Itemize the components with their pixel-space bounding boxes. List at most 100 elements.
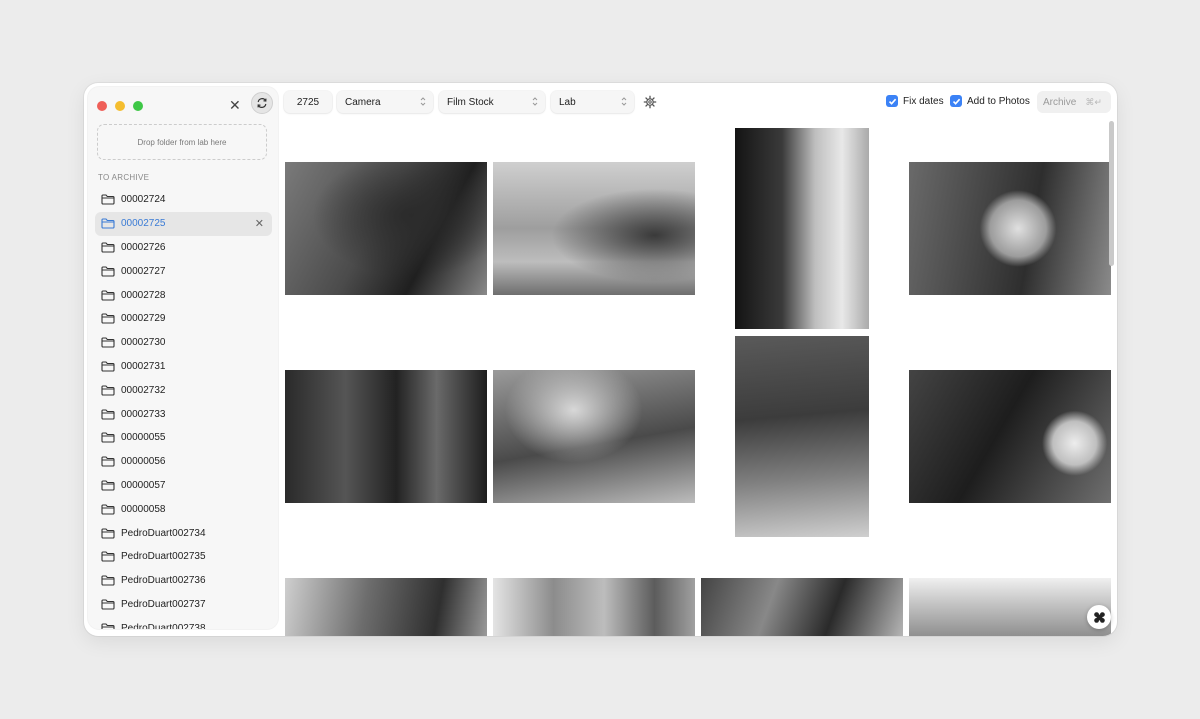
folder-list: 00002724 00002725 ✕ 00002726 00002727 0000272…	[95, 188, 272, 629]
folder-icon	[101, 575, 115, 586]
photo-thumbnail[interactable]	[909, 162, 1111, 295]
folder-name: 00002724	[121, 194, 166, 206]
folder-icon	[101, 432, 115, 443]
folder-name: 00002732	[121, 384, 166, 396]
folder-item[interactable]: 00000055	[95, 426, 272, 450]
photo-thumbnail[interactable]	[909, 578, 1111, 636]
folder-item[interactable]: PedroDuart002735	[95, 545, 272, 569]
folder-icon	[101, 313, 115, 324]
photo-thumbnail[interactable]	[285, 162, 487, 295]
folder-icon	[101, 527, 115, 539]
photo-thumbnail[interactable]	[285, 370, 487, 503]
folder-name: 00002731	[121, 360, 166, 372]
folder-item[interactable]: PedroDuart002734	[95, 521, 272, 545]
folder-item[interactable]: PedroDuart002736	[95, 569, 272, 593]
folder-item[interactable]: 00002732	[95, 378, 272, 402]
roll-number-field[interactable]: 2725	[284, 91, 332, 113]
folder-name: 00000056	[121, 456, 166, 468]
folder-name: 00002729	[121, 313, 166, 325]
folder-name: 00002725	[121, 218, 166, 230]
window-minimize-button[interactable]	[115, 101, 125, 111]
archive-button-label: Archive	[1043, 96, 1077, 108]
fix-dates-label: Fix dates	[903, 95, 944, 107]
photo-thumbnail[interactable]	[735, 128, 869, 329]
folder-item[interactable]: 00002729	[95, 307, 272, 331]
photo-thumbnail[interactable]	[493, 162, 695, 295]
camera-select[interactable]: Camera	[337, 91, 433, 113]
folder-item[interactable]: 00000056	[95, 450, 272, 474]
folder-icon	[101, 337, 115, 348]
toolbar: 2725 Camera Film Stock Lab Fix dates Add…	[284, 91, 1111, 113]
add-to-photos-label: Add to Photos	[967, 95, 1030, 107]
lab-select-label: Lab	[559, 96, 576, 108]
folder-name: 00002728	[121, 289, 166, 301]
grid-icon	[1093, 611, 1105, 623]
camera-select-label: Camera	[345, 96, 381, 108]
sync-button[interactable]	[251, 92, 273, 114]
photo-thumbnail[interactable]	[701, 578, 903, 636]
view-toggle-button[interactable]	[1087, 605, 1111, 629]
folder-name: 00002730	[121, 337, 166, 349]
folder-name: 00002727	[121, 265, 166, 277]
gear-icon[interactable]	[643, 95, 657, 109]
folder-item[interactable]: 00002730	[95, 331, 272, 355]
archive-button[interactable]: Archive ⌘↵	[1037, 91, 1111, 113]
folder-item[interactable]: PedroDuart002737	[95, 593, 272, 617]
film-stock-select[interactable]: Film Stock	[439, 91, 545, 113]
folder-icon	[101, 218, 115, 229]
folder-item[interactable]: 00002733	[95, 402, 272, 426]
folder-item[interactable]: 00002726	[95, 236, 272, 260]
folder-icon	[101, 290, 115, 301]
remove-folder-icon[interactable]: ✕	[255, 217, 264, 230]
section-label-to-archive: TO ARCHIVE	[98, 173, 150, 182]
lab-select[interactable]: Lab	[551, 91, 634, 113]
checkmark-icon	[950, 95, 962, 107]
folder-icon	[101, 456, 115, 467]
chevron-up-down-icon	[420, 97, 426, 106]
refresh-icon	[257, 98, 267, 108]
folder-icon	[101, 623, 115, 629]
folder-icon	[101, 385, 115, 396]
film-stock-select-label: Film Stock	[447, 96, 494, 108]
folder-icon	[101, 266, 115, 277]
folder-item[interactable]: PedroDuart002738	[95, 616, 272, 629]
window-close-button[interactable]	[97, 101, 107, 111]
folder-name: PedroDuart002734	[121, 527, 206, 539]
photo-thumbnail[interactable]	[735, 336, 869, 537]
folder-item[interactable]: 00000058	[95, 497, 272, 521]
folder-name: PedroDuart002736	[121, 575, 206, 587]
folder-dropzone[interactable]: Drop folder from lab here	[97, 124, 267, 160]
add-to-photos-checkbox[interactable]: Add to Photos	[950, 95, 1030, 107]
folder-name: 00000057	[121, 479, 166, 491]
folder-icon	[101, 242, 115, 253]
chevron-up-down-icon	[621, 97, 627, 106]
folder-item[interactable]: 00000057	[95, 474, 272, 498]
roll-number-value: 2725	[296, 96, 320, 108]
chevron-up-down-icon	[532, 97, 538, 106]
folder-icon	[101, 599, 115, 610]
folder-item[interactable]: 00002725 ✕	[95, 211, 272, 236]
photo-thumbnail[interactable]	[493, 370, 695, 503]
folder-icon	[101, 409, 115, 420]
folder-name: 00000055	[121, 432, 166, 444]
folder-icon	[101, 194, 115, 205]
folder-item[interactable]: 00002728	[95, 283, 272, 307]
photo-thumbnail[interactable]	[285, 578, 487, 636]
photo-thumbnail[interactable]	[909, 370, 1111, 503]
folder-name: PedroDuart002735	[121, 551, 206, 563]
fix-dates-checkbox[interactable]: Fix dates	[886, 95, 944, 107]
photo-grid-scrollbar[interactable]	[1109, 121, 1114, 266]
photo-thumbnail[interactable]	[493, 578, 695, 636]
app-window: ✕ Drop folder from lab here TO ARCHIVE 0…	[84, 83, 1117, 636]
checkmark-icon	[886, 95, 898, 107]
folder-item[interactable]: 00002727	[95, 259, 272, 283]
folder-icon	[101, 480, 115, 491]
folder-name: PedroDuart002737	[121, 598, 206, 610]
folder-name: 00002726	[121, 241, 166, 253]
folder-name: 00002733	[121, 408, 166, 420]
sidebar: ✕ Drop folder from lab here TO ARCHIVE 0…	[88, 87, 278, 629]
close-icon[interactable]: ✕	[229, 97, 241, 113]
folder-item[interactable]: 00002731	[95, 355, 272, 379]
folder-item[interactable]: 00002724	[95, 188, 272, 212]
window-zoom-button[interactable]	[133, 101, 143, 111]
